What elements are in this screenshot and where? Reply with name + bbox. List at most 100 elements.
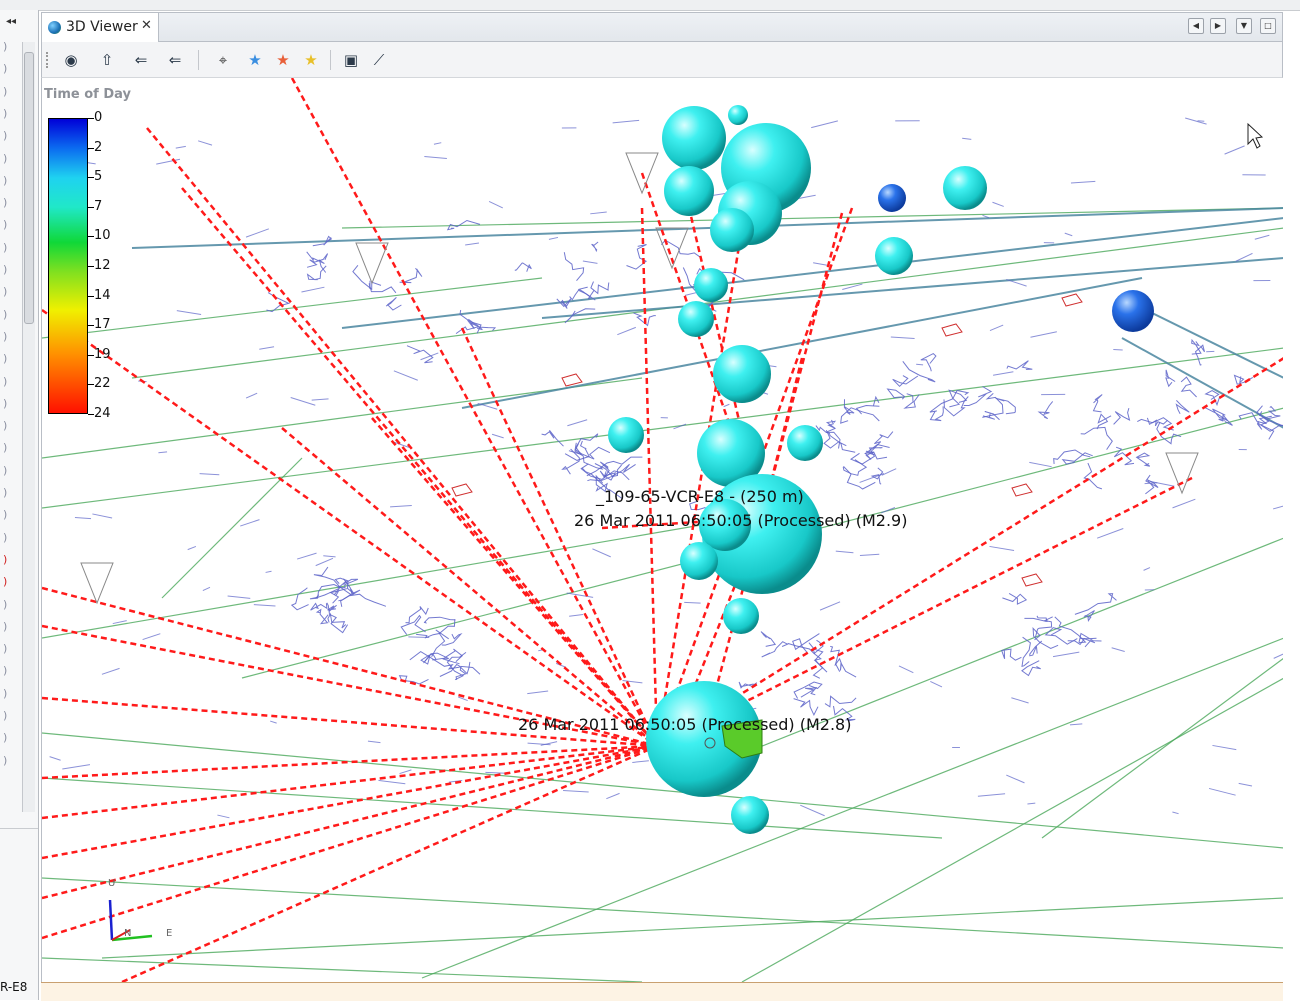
left-panel-item[interactable]: )	[3, 375, 7, 388]
event-sphere-cyan[interactable]	[608, 417, 644, 453]
left-panel-item[interactable]: )	[3, 174, 7, 187]
tunnel-segment	[563, 791, 589, 792]
left-panel-item[interactable]: )	[3, 709, 7, 722]
event-sphere-blue[interactable]	[878, 184, 906, 212]
left-panel-item[interactable]: )	[3, 40, 7, 53]
tunnel-segment	[1209, 788, 1236, 795]
tunnel-segment	[1112, 648, 1125, 652]
3d-scene[interactable]: _109-65-VCR-E8 - (250 m) 26 Mar 2011 06:…	[42, 78, 1284, 982]
event-sphere-cyan[interactable]	[680, 542, 718, 580]
tunnel-segment	[930, 681, 942, 687]
tunnel-segment	[198, 141, 212, 145]
event-sphere-cyan[interactable]	[787, 425, 823, 461]
event-sphere-cyan[interactable]	[731, 796, 769, 834]
event-sphere-cyan[interactable]	[710, 208, 754, 252]
tunnel-segment	[606, 793, 619, 798]
event-sphere-cyan[interactable]	[723, 598, 759, 634]
left-panel-item[interactable]: )	[3, 508, 7, 521]
stope-outline	[353, 265, 381, 289]
scroll-left-button[interactable]: ◀	[1188, 18, 1204, 34]
left-panel-item[interactable]: )	[3, 107, 7, 120]
chart-icon[interactable]: ⟋	[368, 49, 390, 71]
stope-outline	[1054, 450, 1091, 464]
event-sphere-cyan[interactable]	[662, 106, 726, 170]
red-star-icon[interactable]: ★	[272, 49, 294, 71]
left-panel-item[interactable]: )	[3, 62, 7, 75]
event-sphere-cyan[interactable]	[713, 345, 771, 403]
tunnel-segment	[1144, 568, 1150, 571]
left-panel-item[interactable]: )	[3, 687, 7, 700]
left-panel-item[interactable]: )	[3, 352, 7, 365]
legend-tick-label: 12	[94, 258, 111, 273]
left-panel-item[interactable]: )	[3, 464, 7, 477]
left-panel-item[interactable]: )	[3, 642, 7, 655]
collapse-panel-button[interactable]: ◂◂	[6, 16, 16, 27]
stope-outline	[386, 297, 401, 310]
left-panel-item[interactable]: )	[3, 263, 7, 276]
event-sphere-cyan[interactable]	[664, 166, 714, 216]
tunnel-segment	[102, 668, 120, 674]
raypath	[292, 78, 657, 746]
tunnel-drift	[1142, 308, 1284, 378]
east-view-icon[interactable]: ⇐	[164, 49, 186, 71]
event-sphere-blue[interactable]	[1112, 290, 1154, 332]
left-panel-item[interactable]: )	[3, 218, 7, 231]
camera-icon[interactable]: ▣	[340, 49, 362, 71]
event-sphere-cyan[interactable]	[694, 268, 728, 302]
scroll-right-button[interactable]: ▶	[1210, 18, 1226, 34]
tunnel-segment	[860, 473, 884, 482]
left-panel-item[interactable]: )	[3, 196, 7, 209]
left-panel-item[interactable]: )	[3, 241, 7, 254]
left-panel-item[interactable]: )	[3, 308, 7, 321]
tunnel-drift	[132, 228, 1284, 378]
eye-icon[interactable]: ◉	[60, 49, 82, 71]
toolbar-grip[interactable]	[46, 52, 51, 68]
stope-outline	[432, 649, 462, 662]
left-panel-item[interactable]: )	[3, 598, 7, 611]
tunnel-segment	[978, 794, 1005, 797]
left-panel-item[interactable]: )	[3, 285, 7, 298]
tunnel-segment	[1065, 233, 1073, 236]
tab-3d-viewer[interactable]: 3D Viewer ✕	[42, 13, 159, 42]
close-tab-icon[interactable]: ✕	[141, 18, 152, 33]
left-panel-item[interactable]: )	[3, 620, 7, 633]
maximize-button[interactable]: □	[1260, 18, 1276, 34]
target-icon[interactable]: ⌖	[212, 49, 234, 71]
legend-tick-label: 10	[94, 228, 111, 243]
left-panel-item[interactable]: )	[3, 575, 7, 588]
event-label-upper-name: _109-65-VCR-E8 - (250 m)	[595, 487, 804, 507]
legend-tick-label: 24	[94, 406, 111, 421]
left-panel-item[interactable]: )	[3, 152, 7, 165]
tunnel-drift	[542, 258, 1284, 318]
blue-star-icon[interactable]: ★	[244, 49, 266, 71]
left-panel-item[interactable]: )	[3, 441, 7, 454]
left-panel-item[interactable]: )	[3, 419, 7, 432]
view-menu-button[interactable]: ▼	[1236, 18, 1252, 34]
yellow-star-icon[interactable]: ★	[300, 49, 322, 71]
left-panel-item[interactable]: )	[3, 397, 7, 410]
left-panel-item[interactable]: )	[3, 330, 7, 343]
event-sphere-cyan[interactable]	[728, 105, 748, 125]
left-panel-item[interactable]: )	[3, 129, 7, 142]
left-panel-item[interactable]: )	[3, 85, 7, 98]
tunnel-segment	[836, 551, 854, 553]
left-panel-item[interactable]: )	[3, 486, 7, 499]
pin-icon[interactable]: ⇧	[96, 49, 118, 71]
left-panel-scroll-thumb[interactable]	[24, 52, 34, 324]
left-panel-item[interactable]: )	[3, 664, 7, 677]
left-panel-item[interactable]: )	[3, 754, 7, 767]
tunnel-segment	[50, 757, 61, 761]
tunnel-segment	[434, 143, 441, 145]
tunnel-segment	[143, 634, 161, 640]
stope-outline	[1196, 345, 1205, 365]
event-sphere-cyan[interactable]	[678, 301, 714, 337]
left-panel-item[interactable]: )	[3, 553, 7, 566]
left-panel-item[interactable]: )	[3, 531, 7, 544]
north-view-icon[interactable]: ⇐	[130, 49, 152, 71]
stope-red	[942, 324, 962, 336]
left-panel-item[interactable]: )	[3, 731, 7, 744]
stope-outline	[595, 464, 636, 477]
event-sphere-cyan[interactable]	[943, 166, 987, 210]
event-sphere-cyan[interactable]	[875, 237, 913, 275]
3d-viewport[interactable]: _109-65-VCR-E8 - (250 m) 26 Mar 2011 06:…	[41, 78, 1285, 982]
